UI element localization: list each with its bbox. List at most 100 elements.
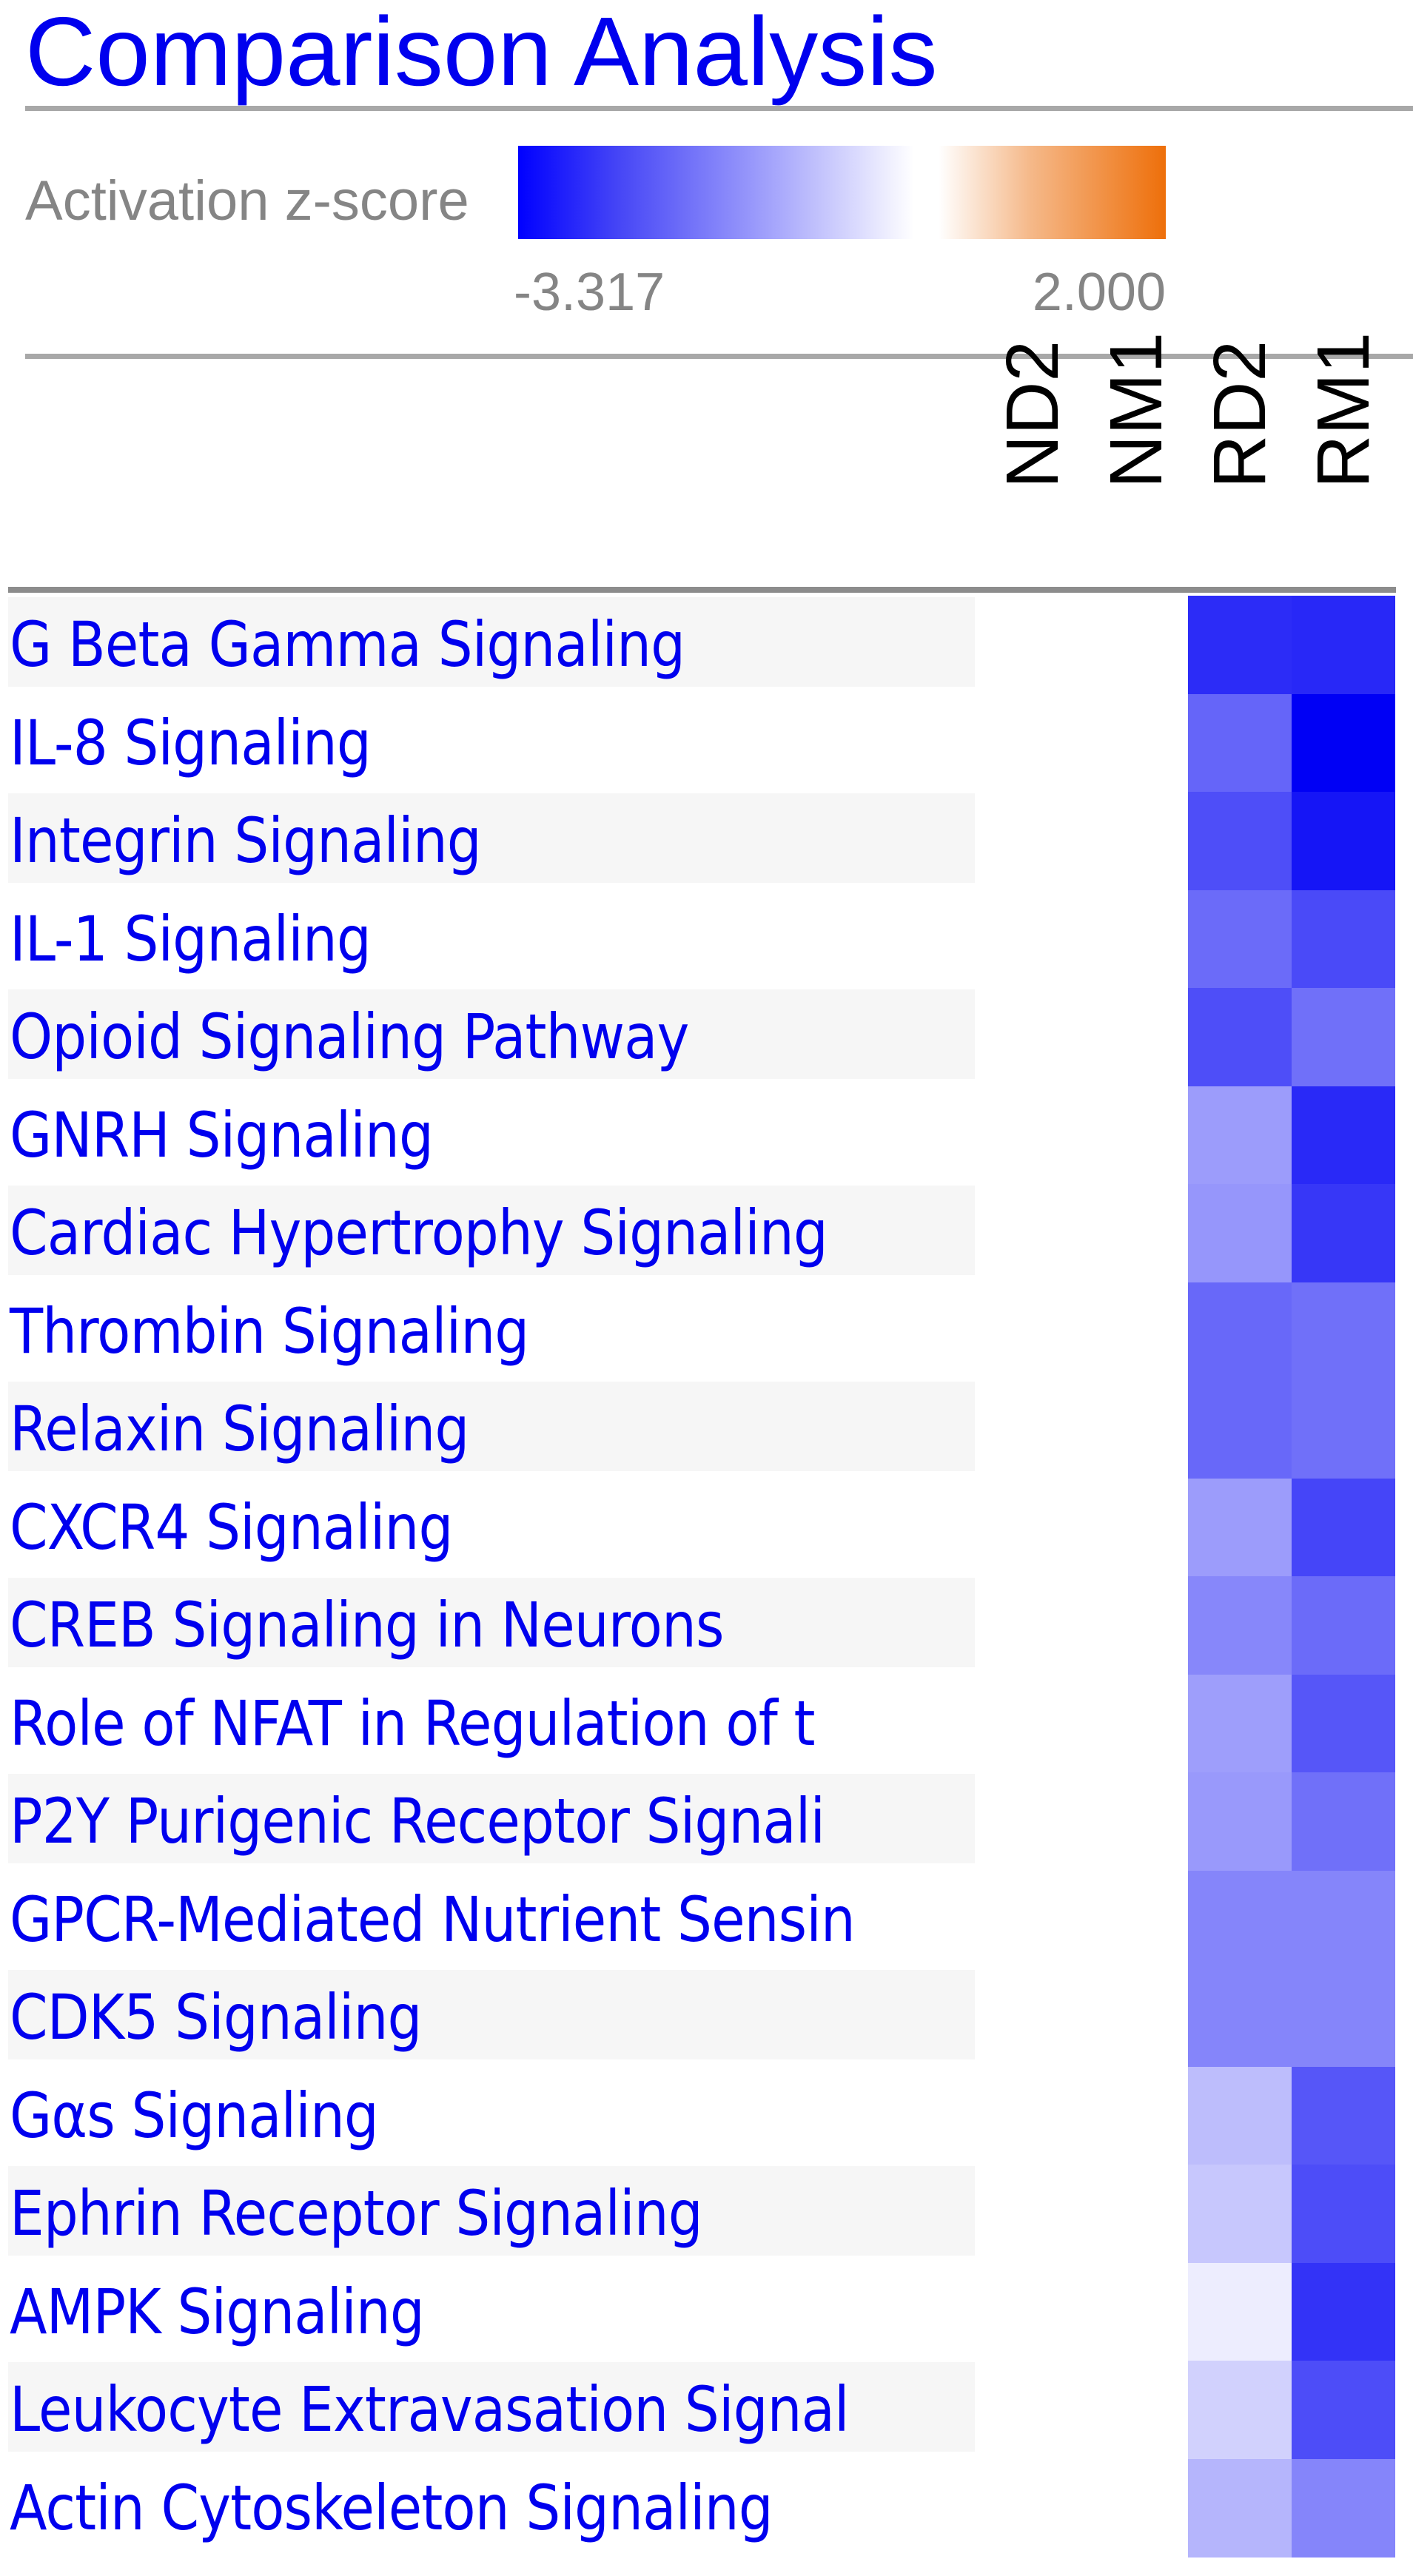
pathway-link[interactable]: GNRH Signaling	[10, 1098, 434, 1172]
heatmap-cell-rd2[interactable]	[1188, 792, 1292, 890]
heatmap-cell-rm1[interactable]	[1292, 2066, 1395, 2165]
row-label-cell[interactable]: Gαs Signaling	[8, 2068, 975, 2158]
header-divider	[8, 587, 1396, 593]
heatmap-cell-rd2[interactable]	[1188, 1282, 1292, 1381]
heatmap-cell-rd2[interactable]	[1188, 890, 1292, 989]
heatmap-cell-rm1[interactable]	[1292, 1086, 1395, 1185]
legend-positive-gradient	[939, 146, 1166, 239]
heatmap-cell-rd2[interactable]	[1188, 988, 1292, 1086]
row-label-cell[interactable]: Integrin Signaling	[8, 793, 975, 883]
heatmap-row: Gαs Signaling	[0, 2066, 1413, 2165]
row-label-cell[interactable]: P2Y Purigenic Receptor Signali	[8, 1774, 975, 1863]
row-label-cell[interactable]: CREB Signaling in Neurons	[8, 1578, 975, 1667]
row-label-cell[interactable]: CXCR4 Signaling	[8, 1480, 975, 1570]
legend-label: Activation z-score	[25, 169, 469, 232]
heatmap-row: Leukocyte Extravasation Signal	[0, 2361, 1413, 2459]
heatmap-row: Opioid Signaling Pathway	[0, 988, 1413, 1086]
heatmap-cell-rm1[interactable]	[1292, 2262, 1395, 2361]
heatmap-cell-rd2[interactable]	[1188, 1674, 1292, 1773]
row-label-cell[interactable]: GPCR-Mediated Nutrient Sensin	[8, 1872, 975, 1962]
pathway-link[interactable]: Integrin Signaling	[10, 804, 482, 878]
pathway-link[interactable]: Cardiac Hypertrophy Signaling	[10, 1196, 828, 1270]
row-label-cell[interactable]: IL-1 Signaling	[8, 892, 975, 981]
heatmap-cell-rm1[interactable]	[1292, 1968, 1395, 2067]
row-label-cell[interactable]: Thrombin Signaling	[8, 1284, 975, 1373]
title-divider	[25, 106, 1413, 111]
pathway-link[interactable]: GPCR-Mediated Nutrient Sensin	[10, 1883, 856, 1957]
heatmap-row: AMPK Signaling	[0, 2262, 1413, 2361]
pathway-link[interactable]: G Beta Gamma Signaling	[10, 608, 685, 682]
heatmap-cell-rm1[interactable]	[1292, 1674, 1395, 1773]
pathway-link[interactable]: Gαs Signaling	[10, 2079, 379, 2153]
heatmap-cell-rm1[interactable]	[1292, 890, 1395, 989]
heatmap-cell-rm1[interactable]	[1292, 2165, 1395, 2263]
heatmap-cell-rm1[interactable]	[1292, 1576, 1395, 1675]
pathway-link[interactable]: CDK5 Signaling	[10, 1980, 422, 2054]
heatmap-cell-rd2[interactable]	[1188, 2165, 1292, 2263]
row-label-cell[interactable]: Role of NFAT in Regulation of t	[8, 1676, 975, 1766]
heatmap-cell-rd2[interactable]	[1188, 596, 1292, 694]
legend-max-label: 2.000	[1032, 263, 1166, 322]
heatmap-cell-rm1[interactable]	[1292, 1282, 1395, 1381]
pathway-link[interactable]: Ephrin Receptor Signaling	[10, 2176, 703, 2250]
heatmap-cell-rm1[interactable]	[1292, 1870, 1395, 1969]
row-label-cell[interactable]: Actin Cytoskeleton Signaling	[8, 2461, 975, 2550]
heatmap-cell-rd2[interactable]	[1188, 2066, 1292, 2165]
heatmap-cell-rd2[interactable]	[1188, 1772, 1292, 1871]
heatmap-cell-rd2[interactable]	[1188, 2458, 1292, 2557]
pathway-link[interactable]: IL-8 Signaling	[10, 706, 372, 780]
column-header-label: RM1	[1302, 332, 1385, 488]
pathway-link[interactable]: Thrombin Signaling	[10, 1294, 529, 1368]
heatmap-cell-rd2[interactable]	[1188, 1380, 1292, 1479]
heatmap-row: Cardiac Hypertrophy Signaling	[0, 1184, 1413, 1282]
heatmap-cell-rd2[interactable]	[1188, 1870, 1292, 1969]
heatmap-row: IL-1 Signaling	[0, 890, 1413, 989]
column-header: RM1	[1292, 332, 1395, 562]
heatmap-cell-rm1[interactable]	[1292, 1184, 1395, 1282]
heatmap-cell-rm1[interactable]	[1292, 693, 1395, 793]
pathway-link[interactable]: Role of NFAT in Regulation of t	[10, 1686, 815, 1761]
row-label-cell[interactable]: Relaxin Signaling	[8, 1382, 975, 1471]
legend-negative-gradient	[518, 146, 914, 239]
heatmap-cell-rm1[interactable]	[1292, 2458, 1395, 2557]
row-label-cell[interactable]: GNRH Signaling	[8, 1088, 975, 1177]
pathway-link[interactable]: Actin Cytoskeleton Signaling	[10, 2471, 773, 2545]
heatmap-cell-rd2[interactable]	[1188, 1478, 1292, 1577]
pathway-link[interactable]: Opioid Signaling Pathway	[10, 1000, 689, 1074]
pathway-link[interactable]: Relaxin Signaling	[10, 1392, 469, 1466]
heatmap-cell-rd2[interactable]	[1188, 693, 1292, 793]
row-label-cell[interactable]: IL-8 Signaling	[8, 696, 975, 785]
heatmap-cell-rd2[interactable]	[1188, 1576, 1292, 1675]
heatmap-row: Ephrin Receptor Signaling	[0, 2165, 1413, 2263]
column-header: ND2	[981, 340, 1084, 562]
pathway-link[interactable]: CREB Signaling in Neurons	[10, 1588, 725, 1662]
heatmap-cell-rd2[interactable]	[1188, 2361, 1292, 2459]
row-label-cell[interactable]: CDK5 Signaling	[8, 1970, 975, 2059]
heatmap-cell-rm1[interactable]	[1292, 792, 1395, 890]
row-label-cell[interactable]: Cardiac Hypertrophy Signaling	[8, 1186, 975, 1275]
heatmap-cell-rm1[interactable]	[1292, 1380, 1395, 1479]
column-header-label: RD2	[1198, 340, 1281, 488]
pathway-link[interactable]: CXCR4 Signaling	[10, 1490, 453, 1564]
heatmap-cell-rm1[interactable]	[1292, 596, 1395, 694]
heatmap-cell-rd2[interactable]	[1188, 1086, 1292, 1185]
pathway-link[interactable]: Leukocyte Extravasation Signal	[10, 2372, 850, 2446]
heatmap-cell-rd2[interactable]	[1188, 1184, 1292, 1282]
row-label-cell[interactable]: G Beta Gamma Signaling	[8, 597, 975, 687]
row-label-cell[interactable]: Ephrin Receptor Signaling	[8, 2166, 975, 2256]
row-label-cell[interactable]: Leukocyte Extravasation Signal	[8, 2362, 975, 2452]
heatmap-cell-rd2[interactable]	[1188, 1968, 1292, 2067]
pathway-link[interactable]: AMPK Signaling	[10, 2275, 425, 2349]
row-label-cell[interactable]: Opioid Signaling Pathway	[8, 989, 975, 1079]
heatmap-cell-rm1[interactable]	[1292, 988, 1395, 1086]
heatmap-row: Role of NFAT in Regulation of t	[0, 1674, 1413, 1773]
pathway-link[interactable]: IL-1 Signaling	[10, 902, 372, 976]
heatmap-row: Relaxin Signaling	[0, 1380, 1413, 1479]
heatmap-cell-rm1[interactable]	[1292, 2361, 1395, 2459]
row-label-cell[interactable]: AMPK Signaling	[8, 2264, 975, 2354]
heatmap-cell-rm1[interactable]	[1292, 1772, 1395, 1871]
legend-color-bar	[518, 146, 1166, 239]
pathway-link[interactable]: P2Y Purigenic Receptor Signali	[10, 1784, 825, 1858]
heatmap-cell-rd2[interactable]	[1188, 2262, 1292, 2361]
heatmap-cell-rm1[interactable]	[1292, 1478, 1395, 1577]
